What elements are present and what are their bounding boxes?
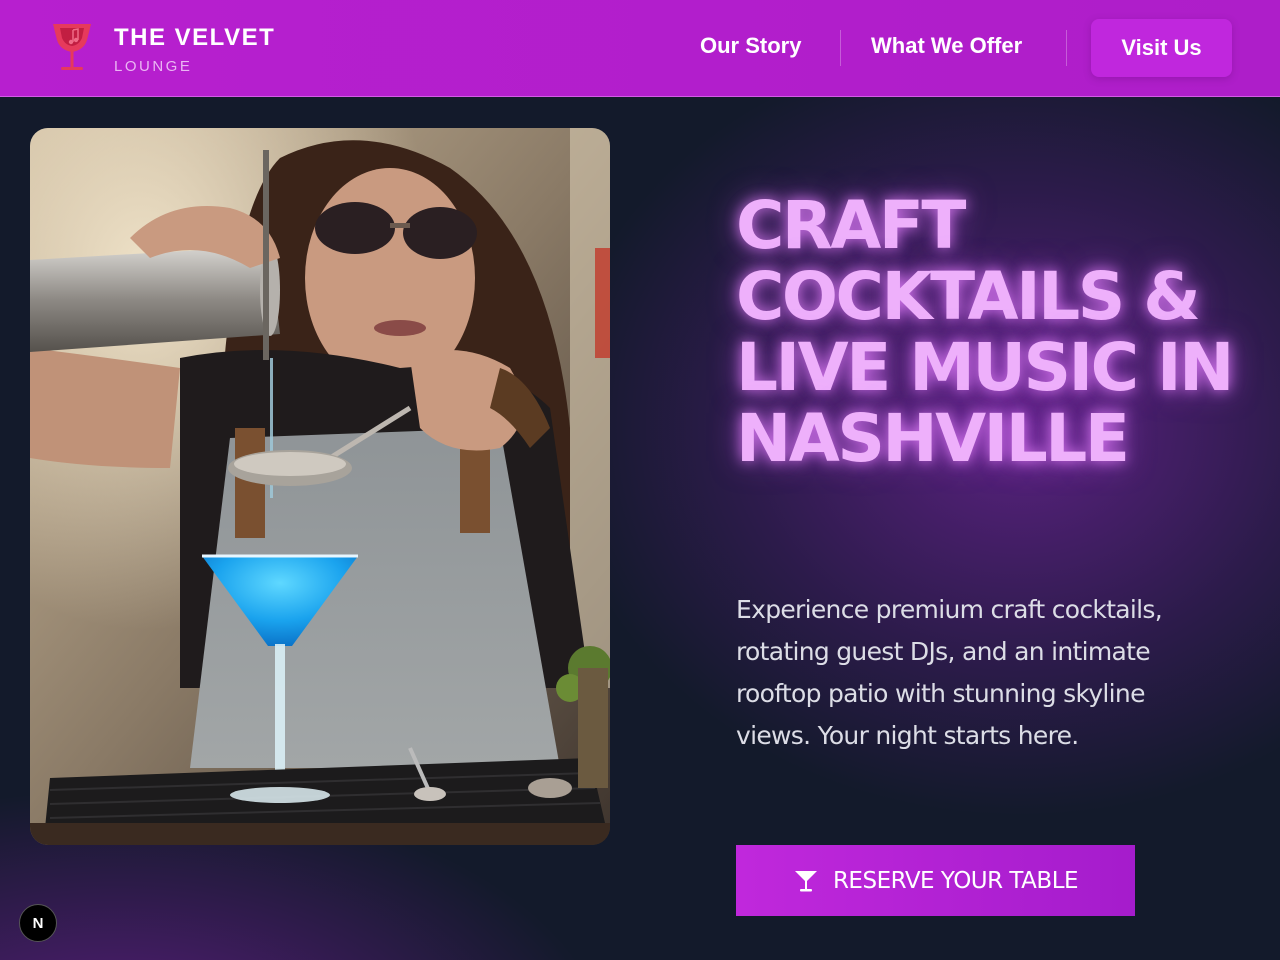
reserve-table-button[interactable]: RESERVE YOUR TABLE <box>736 845 1135 916</box>
visit-us-button[interactable]: Visit Us <box>1091 19 1232 77</box>
reserve-table-label: RESERVE YOUR TABLE <box>832 867 1079 894</box>
nav-our-story[interactable]: Our Story <box>700 33 801 59</box>
hero-image <box>30 128 610 845</box>
nav-divider <box>1066 30 1067 66</box>
framework-badge[interactable]: N <box>19 904 57 942</box>
brand-title[interactable]: THE VELVET <box>114 24 275 52</box>
site-header: THE VELVET LOUNGE Our Story What We Offe… <box>0 0 1280 97</box>
hero-description: Experience premium craft cocktails, rota… <box>736 595 1163 750</box>
cocktail-glass-icon <box>793 868 819 894</box>
wine-glass-icon[interactable] <box>51 22 93 74</box>
brand-subtitle: LOUNGE <box>114 58 193 75</box>
hero-headline: CRAFT COCKTAILS & LIVE MUSIC IN NASHVILL… <box>736 187 1234 477</box>
nav-what-we-offer[interactable]: What We Offer <box>871 33 1022 59</box>
nav-divider <box>840 30 841 66</box>
